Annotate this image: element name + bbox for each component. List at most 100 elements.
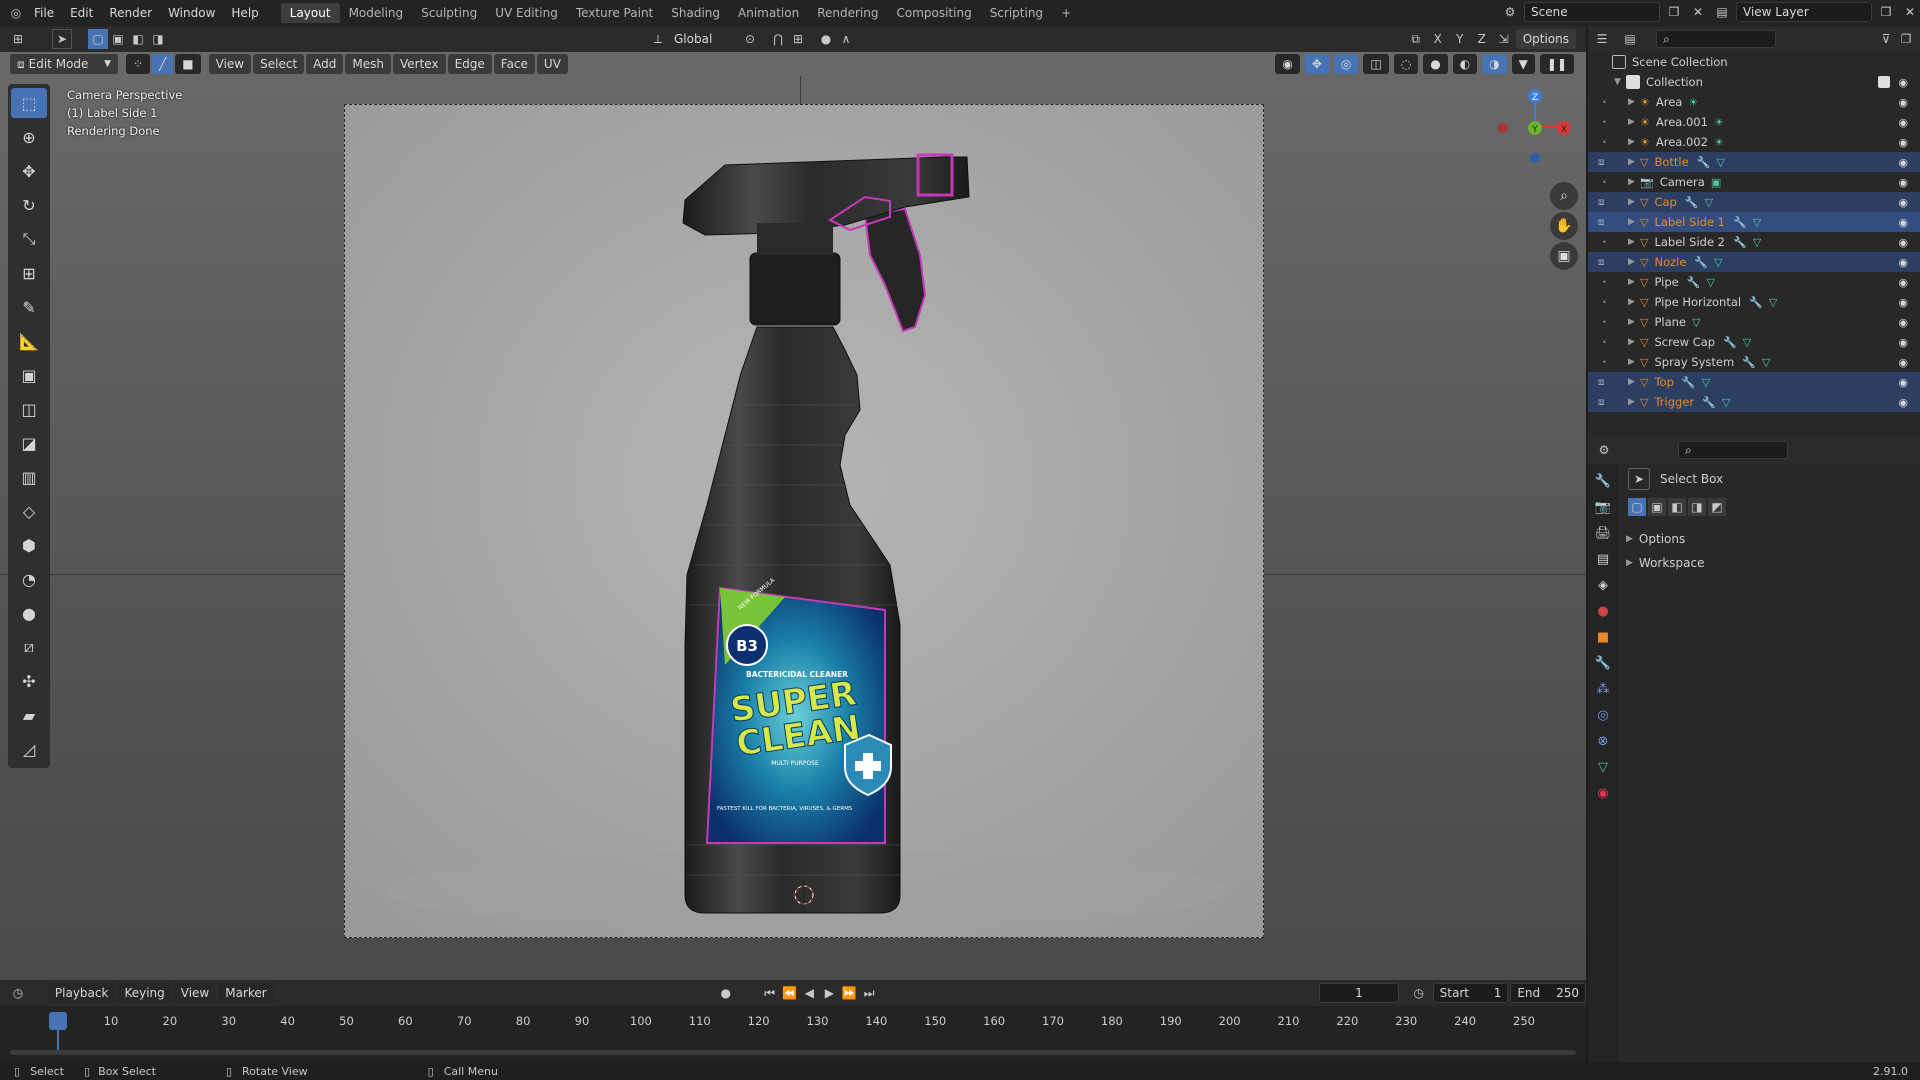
- edit-mode-toggle-icon[interactable]: •: [1602, 338, 1607, 347]
- wrench-icon[interactable]: 🔧: [1702, 396, 1716, 409]
- outliner-item-plane[interactable]: • ▶ ▽ Plane ▽ ◉: [1588, 312, 1920, 332]
- edit-mode-toggle-icon[interactable]: •: [1602, 178, 1607, 187]
- edit-mode-toggle-icon[interactable]: •: [1602, 98, 1607, 107]
- outliner-item-area[interactable]: • ▶ ☀ Area ☀ ◉: [1588, 92, 1920, 112]
- eye-icon[interactable]: ◉: [1898, 296, 1908, 309]
- outliner-item-spray-system[interactable]: • ▶ ▽ Spray System 🔧 ▽ ◉: [1588, 352, 1920, 372]
- expand-triangle-icon[interactable]: ▶: [1628, 97, 1640, 107]
- eye-icon[interactable]: ◉: [1898, 196, 1908, 209]
- edge-select-mode[interactable]: ╱: [152, 54, 174, 74]
- wrench-icon[interactable]: 🔧: [1733, 236, 1747, 249]
- modifier-tab-icon[interactable]: 🔧: [1594, 654, 1612, 672]
- mode-set-icon[interactable]: ▢: [1628, 498, 1646, 516]
- menu-uv[interactable]: UV: [536, 54, 568, 74]
- smooth-tool-icon[interactable]: ●: [11, 598, 47, 628]
- material-shading-icon[interactable]: ◐: [1452, 54, 1478, 74]
- mesh-data-icon[interactable]: ▽: [1769, 296, 1777, 309]
- vertex-select-mode[interactable]: ⁘: [126, 54, 151, 74]
- mode-dropdown[interactable]: ⧈ Edit Mode ▼: [10, 54, 118, 74]
- mirror-icon[interactable]: ⧉: [1406, 29, 1426, 49]
- edit-mode-toggle-icon[interactable]: •: [1602, 358, 1607, 367]
- extrude-tool-icon[interactable]: ▣: [11, 360, 47, 390]
- inset-tool-icon[interactable]: ◫: [11, 394, 47, 424]
- wrench-icon[interactable]: 🔧: [1723, 336, 1737, 349]
- edit-mode-toggle-icon[interactable]: •: [1602, 318, 1607, 327]
- wrench-icon[interactable]: 🔧: [1733, 216, 1747, 229]
- new-scene-icon[interactable]: ❐: [1664, 2, 1684, 22]
- expand-triangle-icon[interactable]: ▶: [1628, 337, 1640, 347]
- view-layer-icon[interactable]: ▤: [1712, 2, 1732, 22]
- edit-mode-toggle-icon[interactable]: •: [1602, 278, 1607, 287]
- mesh-data-icon[interactable]: ▽: [1702, 376, 1710, 389]
- eye-icon[interactable]: ◉: [1898, 316, 1908, 329]
- mode-extend-icon[interactable]: ▣: [1648, 498, 1666, 516]
- mode-intersect-icon[interactable]: ◩: [1708, 498, 1726, 516]
- scale-tool-icon[interactable]: ⤡: [11, 224, 47, 254]
- edit-mode-toggle-icon[interactable]: •: [1602, 298, 1607, 307]
- mesh-data-icon[interactable]: ▽: [1743, 336, 1751, 349]
- edit-mode-toggle-icon[interactable]: ⧈: [1598, 257, 1604, 268]
- eye-icon[interactable]: ◉: [1898, 256, 1908, 269]
- render-tab-icon[interactable]: 📷: [1594, 498, 1612, 516]
- outliner-item-area-002[interactable]: • ▶ ☀ Area.002 ☀ ◉: [1588, 132, 1920, 152]
- menu-view[interactable]: View: [208, 54, 252, 74]
- auto-merge-icon[interactable]: ⇲: [1494, 29, 1514, 49]
- shear-tool-icon[interactable]: ▰: [11, 700, 47, 730]
- menu-edit[interactable]: Edit: [62, 6, 101, 20]
- timeline-scrollbar[interactable]: [10, 1050, 1576, 1055]
- menu-render[interactable]: Render: [101, 6, 160, 20]
- view-layer-tab-icon[interactable]: ▤: [1594, 550, 1612, 568]
- display-mode-icon[interactable]: ▤: [1620, 29, 1640, 49]
- expand-triangle-icon[interactable]: ▶: [1628, 317, 1640, 327]
- eye-icon[interactable]: ◉: [1898, 96, 1908, 109]
- axis-z-toggle[interactable]: Z: [1472, 29, 1492, 49]
- edit-mode-toggle-icon[interactable]: ⧈: [1598, 397, 1604, 408]
- eye-icon[interactable]: ◉: [1898, 376, 1908, 389]
- start-frame-field[interactable]: Start 1: [1432, 983, 1509, 1003]
- outliner-search-input[interactable]: ⌕: [1656, 30, 1776, 48]
- tab-sculpting[interactable]: Sculpting: [412, 3, 486, 23]
- expand-triangle-icon[interactable]: ▶: [1628, 377, 1640, 387]
- eye-icon[interactable]: ◉: [1898, 176, 1908, 189]
- transform-orientation[interactable]: ⟂ Global: [648, 29, 732, 49]
- axis-x-toggle[interactable]: X: [1428, 29, 1448, 49]
- jump-end-icon[interactable]: ⏭: [859, 983, 879, 1003]
- tab-uv-editing[interactable]: UV Editing: [486, 3, 567, 23]
- menu-timeline-view[interactable]: View: [173, 983, 217, 1003]
- play-icon[interactable]: ▶: [819, 983, 839, 1003]
- edit-mode-toggle-icon[interactable]: ⧈: [1598, 217, 1604, 228]
- select-tool-icon[interactable]: ➤: [52, 29, 72, 49]
- expand-triangle-icon[interactable]: ▶: [1628, 397, 1640, 407]
- axis-y-toggle[interactable]: Y: [1450, 29, 1470, 49]
- wrench-icon[interactable]: 🔧: [1694, 256, 1708, 269]
- expand-triangle-icon[interactable]: ▶: [1628, 237, 1640, 247]
- menu-keying[interactable]: Keying: [117, 983, 172, 1003]
- outliner-item-screw-cap[interactable]: • ▶ ▽ Screw Cap 🔧 ▽ ◉: [1588, 332, 1920, 352]
- tab-texture-paint[interactable]: Texture Paint: [567, 3, 662, 23]
- eye-icon[interactable]: ◉: [1898, 276, 1908, 289]
- knife-tool-icon[interactable]: ◇: [11, 496, 47, 526]
- filter-icon[interactable]: ⊽: [1876, 29, 1896, 49]
- select-mode-set-icon[interactable]: ▢: [88, 29, 108, 49]
- snap-icon[interactable]: ⋂: [768, 29, 788, 49]
- collection-row[interactable]: ▼ Collection ◉: [1588, 72, 1920, 92]
- rip-region-tool-icon[interactable]: ◿: [11, 734, 47, 764]
- 3d-viewport[interactable]: ⊞ ➤ ▢ ▣ ◧ ◨ ⟂ Global ⊙ ⋂ ⊞ ● ∧ ⧉ X Y Z ⇲…: [0, 26, 1586, 980]
- collapse-triangle-icon[interactable]: ▼: [1614, 77, 1626, 87]
- outliner-item-label-side-2[interactable]: • ▶ ▽ Label Side 2 🔧 ▽ ◉: [1588, 232, 1920, 252]
- playhead[interactable]: [49, 1012, 67, 1030]
- eye-icon[interactable]: ◉: [1898, 216, 1908, 229]
- outliner-item-area-001[interactable]: • ▶ ☀ Area.001 ☀ ◉: [1588, 112, 1920, 132]
- properties-editor-icon[interactable]: ⚙: [1594, 440, 1614, 460]
- camera-data-icon[interactable]: ▣: [1711, 176, 1721, 189]
- expand-triangle-icon[interactable]: ▶: [1628, 197, 1640, 207]
- face-select-mode[interactable]: ■: [175, 54, 201, 74]
- outliner-item-pipe-horizontal[interactable]: • ▶ ▽ Pipe Horizontal 🔧 ▽ ◉: [1588, 292, 1920, 312]
- outliner-item-camera[interactable]: • ▶ 📷 Camera ▣ ◉: [1588, 172, 1920, 192]
- menu-face[interactable]: Face: [493, 54, 535, 74]
- expand-triangle-icon[interactable]: ▶: [1628, 297, 1640, 307]
- constraints-tab-icon[interactable]: ⊗: [1594, 732, 1612, 750]
- tool-tab-icon[interactable]: 🔧: [1594, 472, 1612, 490]
- outliner-item-pipe[interactable]: • ▶ ▽ Pipe 🔧 ▽ ◉: [1588, 272, 1920, 292]
- current-frame-field[interactable]: 1: [1319, 983, 1399, 1003]
